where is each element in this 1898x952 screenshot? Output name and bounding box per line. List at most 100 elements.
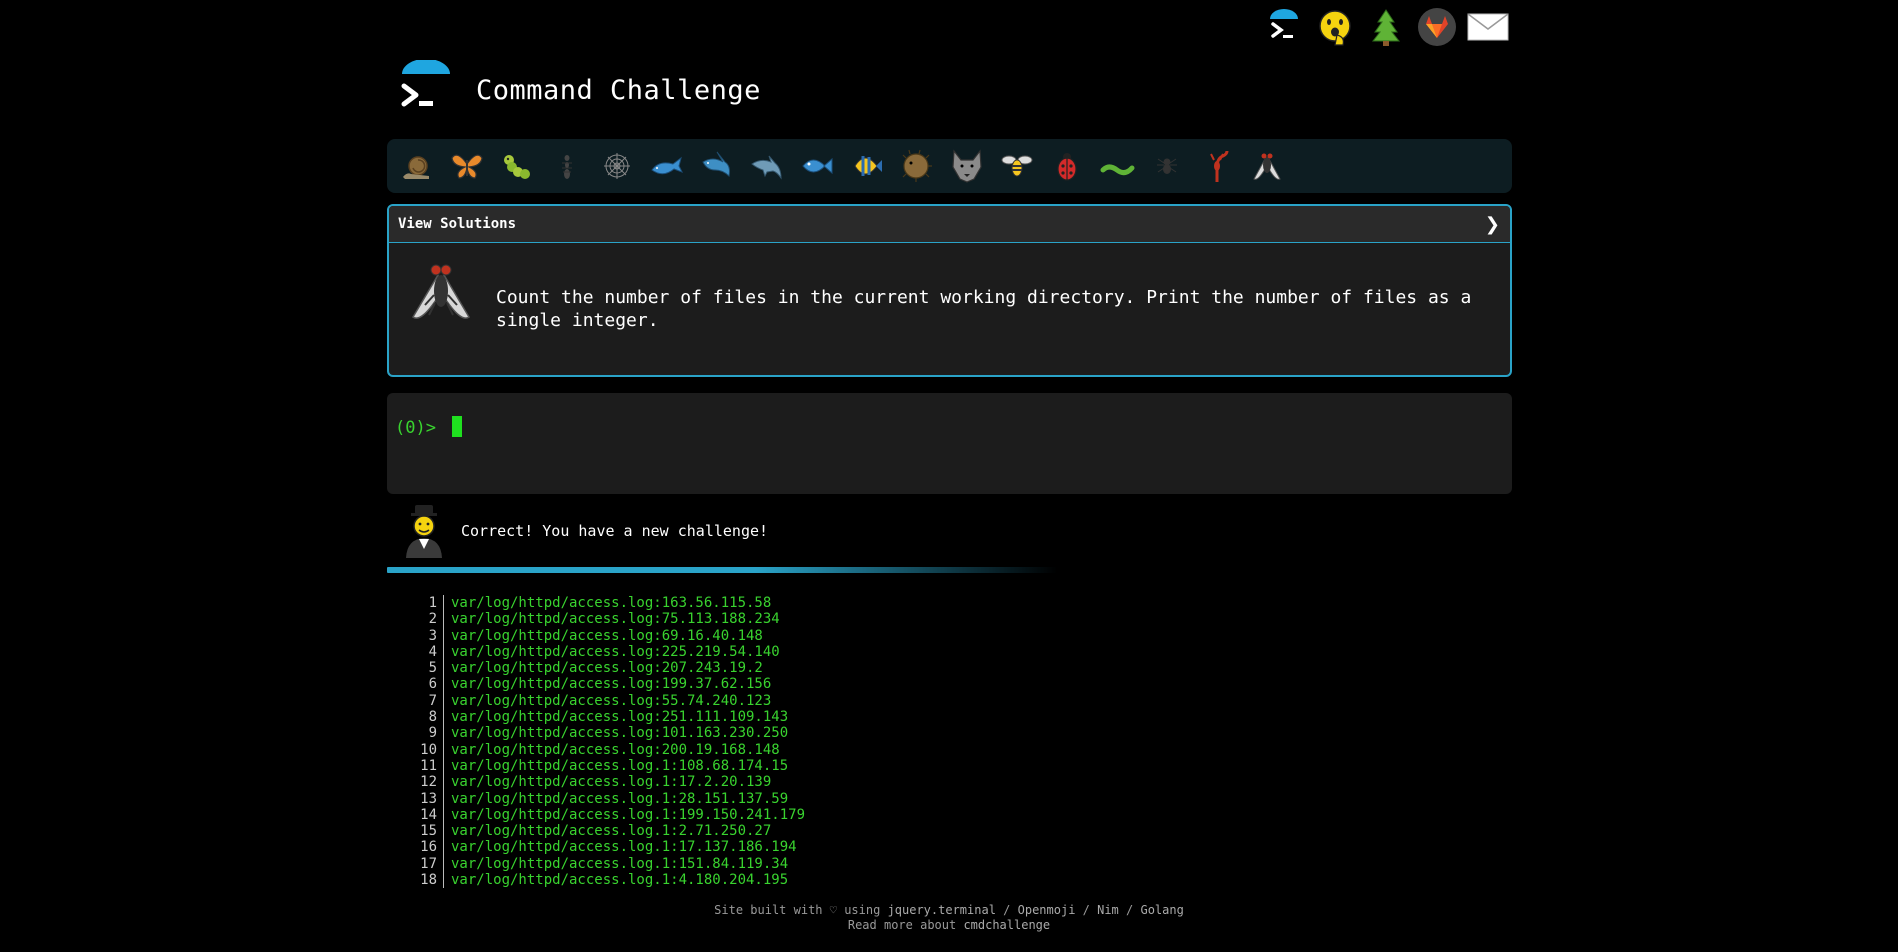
line-number: 7	[412, 692, 444, 710]
log-line: 5 var/log/httpd/access.log:207.243.19.2	[412, 660, 805, 677]
line-text: var/log/httpd/access.log:207.243.19.2	[451, 660, 763, 677]
challenge-description: Count the number of files in the current…	[496, 287, 1472, 331]
view-solutions-toggle[interactable]: View Solutions ❯	[389, 206, 1510, 243]
lady-beetle-icon[interactable]	[1046, 146, 1087, 187]
line-text: var/log/httpd/access.log.1:28.151.137.59	[451, 790, 789, 807]
line-number: 12	[412, 774, 444, 791]
terminal-prompt: (0)>	[395, 418, 447, 438]
line-number: 11	[412, 757, 444, 775]
line-text: var/log/httpd/access.log:199.37.62.156	[451, 676, 772, 693]
golang-link[interactable]: Golang	[1140, 903, 1183, 917]
log-line: 6 var/log/httpd/access.log:199.37.62.156	[412, 676, 805, 693]
line-text: var/log/httpd/access.log:69.16.40.148	[451, 627, 763, 644]
line-text: var/log/httpd/access.log.1:199.150.241.1…	[451, 806, 806, 823]
nim-link[interactable]: Nim	[1097, 903, 1119, 917]
envelope-icon[interactable]	[1467, 6, 1509, 48]
line-text: var/log/httpd/access.log.1:17.137.186.19…	[451, 839, 797, 856]
terminal-logo-icon[interactable]	[396, 58, 456, 120]
log-line: 10 var/log/httpd/access.log:200.19.168.14…	[412, 741, 805, 758]
log-line: 17 var/log/httpd/access.log.1:151.84.119.…	[412, 855, 805, 873]
footer-text: Read more about	[847, 918, 964, 932]
log-line: 15 var/log/httpd/access.log.1:2.71.250.27	[412, 823, 805, 840]
line-text: var/log/httpd/access.log.1:4.180.204.195	[451, 872, 789, 889]
scorpion-icon[interactable]	[1196, 146, 1237, 187]
tropical-fish-icon[interactable]	[846, 146, 887, 187]
line-number: 8	[412, 709, 444, 726]
line-number: 6	[412, 676, 444, 693]
shark-icon[interactable]	[696, 146, 737, 187]
snail-icon[interactable]	[396, 146, 437, 187]
log-line: 4 var/log/httpd/access.log:225.219.54.140	[412, 643, 805, 661]
chevron-right-icon: ❯	[1484, 213, 1500, 235]
log-line: 8 var/log/httpd/access.log:251.111.109.14…	[412, 709, 805, 726]
line-text: var/log/httpd/access.log:251.111.109.143	[451, 709, 789, 726]
line-number: 17	[412, 855, 444, 873]
line-text: var/log/httpd/access.log.1:17.2.20.139	[451, 774, 772, 791]
challenge-panel: View Solutions ❯ Count the number of fil…	[387, 204, 1512, 377]
log-line: 9 var/log/httpd/access.log:101.163.230.25…	[412, 725, 805, 742]
openmoji-link[interactable]: Openmoji	[1018, 903, 1076, 917]
line-number: 14	[412, 806, 444, 824]
line-number: 5	[412, 660, 444, 677]
footer-separator: /	[1075, 903, 1098, 917]
line-number: 10	[412, 741, 444, 758]
feedback-text: Correct! You have a new challenge!	[461, 522, 769, 540]
fish-icon[interactable]	[796, 146, 837, 187]
line-text: var/log/httpd/access.log:75.113.188.234	[451, 611, 780, 628]
whale-icon[interactable]	[646, 146, 687, 187]
christmas-tree-icon[interactable]	[1365, 6, 1407, 48]
ant-icon[interactable]	[546, 146, 587, 187]
line-text: var/log/httpd/access.log.1:151.84.119.34	[451, 855, 789, 872]
log-line: 14 var/log/httpd/access.log.1:199.150.241…	[412, 806, 806, 824]
challenge-icon-bar	[387, 139, 1512, 193]
view-solutions-label: View Solutions	[398, 216, 517, 232]
line-text: var/log/httpd/access.log.1:2.71.250.27	[451, 823, 772, 840]
log-line: 18 var/log/httpd/access.log.1:4.180.204.1…	[412, 872, 805, 889]
blowfish-icon[interactable]	[896, 146, 937, 187]
log-line: 2 var/log/httpd/access.log:75.113.188.234	[412, 611, 805, 628]
worm-icon[interactable]	[1096, 146, 1137, 187]
line-text: var/log/httpd/access.log:163.56.115.58	[451, 595, 772, 611]
gitlab-fox-icon[interactable]	[1416, 6, 1458, 48]
footer-text: Site built with	[714, 903, 830, 917]
heart-icon: ♡	[829, 903, 837, 917]
line-text: var/log/httpd/access.log.1:108.68.174.15	[451, 757, 789, 774]
line-text: var/log/httpd/access.log:101.163.230.250	[451, 725, 789, 742]
spider-web-icon[interactable]	[596, 146, 637, 187]
log-line: 12 var/log/httpd/access.log.1:17.2.20.139	[412, 774, 805, 791]
log-line: 3 var/log/httpd/access.log:69.16.40.148	[412, 627, 805, 644]
terminal[interactable]: (0)>	[387, 393, 1512, 494]
terminal-cursor	[452, 416, 463, 437]
footer-separator: /	[1118, 903, 1141, 917]
judge-avatar-icon	[401, 503, 447, 559]
fly-icon	[405, 255, 477, 335]
cmdchallenge-link[interactable]: cmdchallenge	[963, 918, 1050, 932]
log-line: 11 var/log/httpd/access.log.1:108.68.174.…	[412, 757, 805, 775]
line-text: var/log/httpd/access.log:225.219.54.140	[451, 643, 780, 660]
line-number: 16	[412, 839, 444, 856]
feedback-message: Correct! You have a new challenge!	[401, 503, 768, 559]
footer: Site built with ♡ using jquery.terminal …	[0, 903, 1898, 933]
caterpillar-icon[interactable]	[496, 146, 537, 187]
line-number: 15	[412, 823, 444, 840]
spider-icon[interactable]	[1146, 146, 1187, 187]
dolphin-icon[interactable]	[746, 146, 787, 187]
line-text: var/log/httpd/access.log:200.19.168.148	[451, 741, 780, 758]
footer-separator: /	[995, 903, 1018, 917]
top-icon-bar	[1263, 6, 1509, 48]
fly-icon[interactable]	[1246, 146, 1287, 187]
line-number: 2	[412, 611, 444, 628]
line-number: 18	[412, 872, 444, 889]
challenge-body: Count the number of files in the current…	[389, 243, 1510, 347]
wolf-icon[interactable]	[946, 146, 987, 187]
line-number: 1	[412, 595, 444, 612]
jquery-terminal-link[interactable]: jquery.terminal	[888, 903, 996, 917]
line-number: 13	[412, 790, 444, 807]
header: Command Challenge	[396, 58, 761, 120]
bee-icon[interactable]	[996, 146, 1037, 187]
butterfly-icon[interactable]	[446, 146, 487, 187]
terminal-logo-icon[interactable]	[1263, 6, 1305, 48]
surprised-face-icon[interactable]	[1314, 6, 1356, 48]
log-line: 13 var/log/httpd/access.log.1:28.151.137.…	[412, 790, 805, 807]
line-text: var/log/httpd/access.log:55.74.240.123	[451, 692, 772, 709]
